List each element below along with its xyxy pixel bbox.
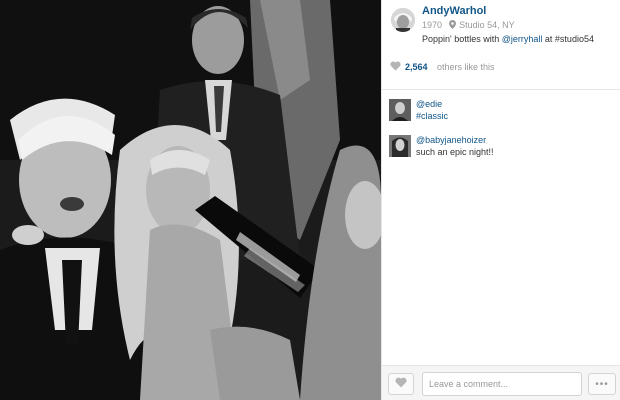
heart-icon (390, 61, 401, 73)
location-pin-icon (448, 20, 456, 31)
comment-item: @edie #classic (389, 99, 614, 125)
photo-image (0, 0, 381, 400)
likes-suffix: others like this (437, 62, 495, 72)
author-avatar[interactable] (391, 8, 415, 32)
author-avatar-image (391, 8, 415, 32)
post-meta: 1970 Studio 54, NY (422, 20, 515, 31)
likes-count[interactable]: 2,564 (405, 62, 428, 72)
likes-row: 2,564 others like this (382, 58, 620, 78)
caption-mention-link[interactable]: @jerryhall (502, 34, 543, 44)
post-caption: Poppin' bottles with @jerryhall at #stud… (422, 34, 594, 44)
comment-bar: ••• (382, 365, 620, 400)
comment-text: such an epic night!! (416, 147, 494, 157)
post-year: 1970 (422, 20, 443, 30)
comment-input[interactable] (422, 372, 582, 396)
post-sidebar: AndyWarhol 1970 Studio 54, NY Poppin' bo… (381, 0, 620, 400)
commenter-avatar[interactable] (389, 135, 411, 157)
like-button[interactable] (388, 373, 414, 395)
commenter-avatar-image (389, 135, 411, 157)
heart-icon (395, 375, 407, 393)
comment-username[interactable]: @babyjanehoizer (416, 135, 486, 145)
post-location[interactable]: Studio 54, NY (459, 20, 515, 30)
post-photo[interactable] (0, 0, 381, 400)
more-options-button[interactable]: ••• (588, 373, 616, 395)
commenter-avatar[interactable] (389, 99, 411, 121)
caption-text-prefix: Poppin' bottles with (422, 34, 502, 44)
author-username[interactable]: AndyWarhol (422, 5, 486, 17)
caption-text-suffix: at #studio54 (542, 34, 594, 44)
divider (382, 89, 620, 90)
comment-text[interactable]: #classic (416, 111, 448, 121)
comment-item: @babyjanehoizer such an epic night!! (389, 135, 614, 161)
commenter-avatar-image (389, 99, 411, 121)
post-header: AndyWarhol 1970 Studio 54, NY Poppin' bo… (382, 0, 620, 48)
more-dots-icon: ••• (595, 378, 609, 390)
comment-username[interactable]: @edie (416, 99, 442, 109)
